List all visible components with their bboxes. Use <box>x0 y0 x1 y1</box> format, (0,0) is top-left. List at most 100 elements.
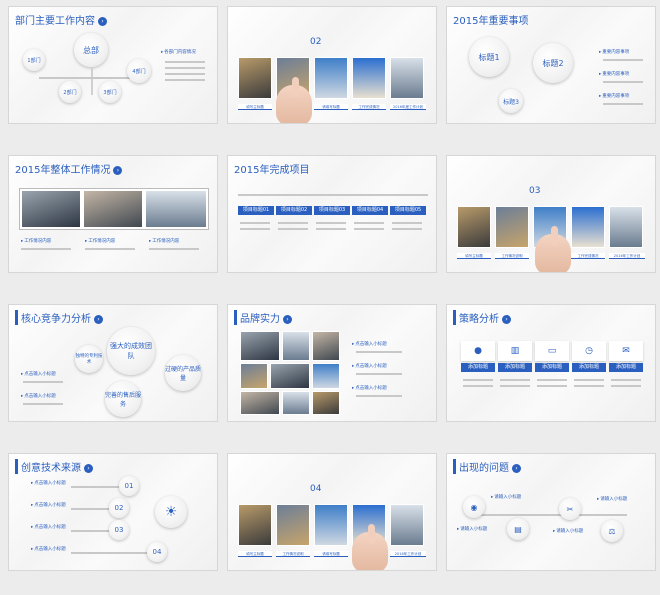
strategy-tag: 添加标题 <box>572 363 606 372</box>
section-number: 02 <box>310 37 322 47</box>
photo <box>238 504 272 546</box>
photo <box>312 331 340 361</box>
item: 工作情况内容 <box>85 238 115 244</box>
slide-15[interactable]: 2015年重要事项 标题1 标题2 标题3 重要内容事项 重要内容事项 重要内容… <box>446 6 656 124</box>
connector <box>71 508 111 510</box>
photo <box>495 206 529 248</box>
slide-13[interactable]: 部门主要工作内容› 总部 1部门 2部门 3部门 4部门 各部门内容情况 13 <box>8 6 218 124</box>
photo <box>352 57 386 99</box>
text-line <box>354 228 384 230</box>
text-line <box>354 222 384 224</box>
strategy-tag: 添加标题 <box>535 363 569 372</box>
connector <box>238 194 428 196</box>
caption: 工作情况说明 <box>276 551 310 557</box>
photo <box>390 504 424 546</box>
photo <box>314 504 348 546</box>
circle-4: 完善的售后服务 <box>105 381 141 417</box>
right-item: 重要内容事项 <box>599 49 629 55</box>
hub-circle: 总部 <box>74 33 108 67</box>
connector <box>91 67 93 95</box>
circle-1: 独特的专利技术 <box>75 345 103 373</box>
project-tag: 项目标题01 <box>238 206 274 215</box>
tools-icon: ✂ <box>559 498 581 520</box>
caption: 工作完成情况 <box>352 104 386 110</box>
slide-20[interactable]: 品牌实力› 点击输入小标题 点击输入小标题 点击输入小标题 20 <box>227 304 437 422</box>
slide-title: 创意技术来源 › <box>15 459 93 474</box>
lightbulb-icon: ☀ <box>155 496 187 528</box>
slide-24[interactable]: 出现的问题› ◉ ▤ ✂ ⚖ 请输入小标题 请输入小标题 请输入小标题 请输入小… <box>446 453 656 571</box>
photo <box>282 391 310 415</box>
dept-circle-4: 4部门 <box>127 59 151 83</box>
text-line <box>463 385 493 387</box>
finger-image <box>292 77 299 97</box>
caption: 工作情况说明 <box>495 253 529 259</box>
caption: 工作完成情况 <box>571 253 605 259</box>
photo <box>238 57 272 99</box>
mail-icon: ✉ <box>609 341 643 361</box>
slide-title: 2015年重要事项 <box>453 16 529 27</box>
photo <box>240 391 280 415</box>
circle-2: 强大的成效团队 <box>107 327 155 375</box>
slide-23[interactable]: 04 填写主标题 工作情况说明 请填写标题 2016年工作计划 23 <box>227 453 437 571</box>
item: 请输入小标题 <box>597 496 627 502</box>
user-icon: ● <box>461 341 495 361</box>
chevron-right-icon: › <box>502 314 511 324</box>
slide-16[interactable]: 2015年整体工作情况› 工作情况内容 工作情况内容 工作情况内容 16 <box>8 155 218 273</box>
left-item: 点击输入小标题 <box>21 371 56 377</box>
left-item: 点击输入小标题 <box>31 546 66 552</box>
item: 工作情况内容 <box>149 238 179 244</box>
scale-icon: ⚖ <box>601 520 623 542</box>
text-line <box>537 379 567 381</box>
circle-3: 过硬的产品质量 <box>165 355 201 391</box>
photo <box>282 331 310 361</box>
dept-circle-1: 1部门 <box>23 49 45 71</box>
chart-icon: ▥ <box>498 341 532 361</box>
slide-title: 核心竞争力分析 › <box>15 310 103 325</box>
photo <box>21 190 81 228</box>
slide-22[interactable]: 创意技术来源› 点击输入小标题 点击输入小标题 点击输入小标题 点击输入小标题 … <box>8 453 218 571</box>
slide-title: 策略分析 › <box>453 310 511 325</box>
right-item: 点击输入小标题 <box>352 341 387 347</box>
text-line <box>603 81 643 83</box>
text-line <box>611 379 641 381</box>
text-line <box>278 222 308 224</box>
text-line <box>537 385 567 387</box>
slide-title: 品牌实力 › <box>234 310 292 325</box>
chevron-right-icon: › <box>512 463 521 473</box>
slide-title: 部门主要工作内容 › <box>15 12 107 27</box>
text-line <box>463 379 493 381</box>
caption: 填写主标题 <box>238 104 272 110</box>
caption: 填写主标题 <box>457 253 491 259</box>
text-line <box>165 61 205 63</box>
person-icon: ◉ <box>463 496 485 518</box>
caption: 请填写标题 <box>314 104 348 110</box>
slide-21[interactable]: 策略分析 › ● ▥ ▭ ◷ ✉ 添加标题 添加标题 添加标题 添加标题 添加标题… <box>446 304 656 422</box>
photo <box>457 206 491 248</box>
text-line <box>240 228 270 230</box>
text-line <box>165 79 205 81</box>
connector <box>71 486 121 488</box>
photo <box>83 190 143 228</box>
slide-14[interactable]: 02 填写主标题 请填写标题 工作完成情况 2016年度工作计划 14 <box>227 6 437 124</box>
slide-19[interactable]: 核心竞争力分析 › 独特的专利技术 强大的成效团队 过硬的产品质量 完善的售后服务… <box>8 304 218 422</box>
caption: 请填写标题 <box>314 551 348 557</box>
text-line <box>500 379 530 381</box>
document-icon: ▤ <box>507 518 529 540</box>
num-circle-4: 04 <box>147 542 167 562</box>
right-item: 重要内容事项 <box>599 93 629 99</box>
chevron-right-icon: › <box>113 165 123 175</box>
text-line <box>165 67 205 69</box>
photo <box>145 190 207 228</box>
right-title: 各部门内容情况 <box>161 49 196 55</box>
left-item: 点击输入小标题 <box>21 393 56 399</box>
strategy-tag: 添加标题 <box>609 363 643 372</box>
left-item: 点击输入小标题 <box>31 480 66 486</box>
photo <box>240 331 280 361</box>
photo <box>609 206 643 248</box>
item: 工作情况内容 <box>21 238 51 244</box>
text-line <box>149 248 199 250</box>
slide-17[interactable]: 2015年完成项目 项目标题01 项目标题02 项目标题03 项目标题04 项目… <box>227 155 437 273</box>
slide-18[interactable]: 03 填写主标题 工作情况说明 工作完成情况 2016年工作计划 18 <box>446 155 656 273</box>
text-line <box>240 222 270 224</box>
left-item: 点击输入小标题 <box>31 524 66 530</box>
